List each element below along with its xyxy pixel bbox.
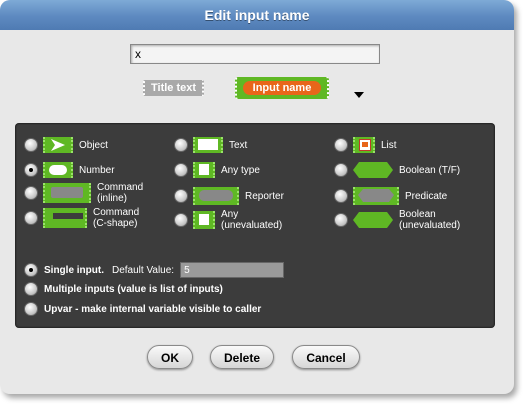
type-label: Boolean (unevaluated) [399, 209, 461, 231]
upvar-label: Upvar - make internal variable visible t… [44, 303, 262, 315]
type-option-command-inline[interactable]: Command (inline) [24, 182, 143, 204]
radio-command-inline[interactable] [24, 186, 38, 200]
title-text-button[interactable]: Title text [143, 80, 205, 96]
input-type-panel: Object Number Command (inline) Command (… [15, 123, 495, 328]
upvar-option[interactable]: Upvar - make internal variable visible t… [24, 302, 261, 316]
type-label: Number [79, 164, 115, 176]
type-option-reporter[interactable]: Reporter [174, 187, 284, 205]
radio-upvar[interactable] [24, 302, 38, 316]
input-name-pill: Input name [243, 81, 321, 95]
dialog-title: Edit input name [0, 0, 514, 30]
predicate-slot-icon [353, 187, 399, 205]
radio-command-cshape[interactable] [24, 211, 38, 225]
radio-reporter[interactable] [174, 189, 188, 203]
any-type-slot-icon [193, 162, 215, 178]
reporter-slot-icon [193, 187, 239, 205]
single-input-option[interactable]: Single input. Default Value: 5 [24, 262, 285, 278]
type-label: Command (C-shape) [93, 207, 140, 229]
cancel-button[interactable]: Cancel [292, 345, 360, 369]
type-label: Object [79, 139, 108, 151]
multiple-inputs-label: Multiple inputs (value is list of inputs… [44, 283, 223, 295]
input-name-button[interactable]: Input name [235, 77, 329, 99]
default-value-field[interactable]: 5 [180, 262, 285, 278]
object-slot-icon [43, 137, 73, 153]
type-option-any-unevaluated[interactable]: Any (unevaluated) [174, 209, 282, 231]
type-label: Any type [221, 164, 260, 176]
text-slot-icon [193, 137, 223, 153]
edit-input-dialog: Edit input name x Title text Input name … [0, 0, 514, 394]
radio-boolean-unevaluated[interactable] [334, 213, 348, 227]
any-unevaluated-slot-icon [193, 211, 215, 229]
dropdown-arrow-icon[interactable] [354, 92, 364, 98]
type-label: Any (unevaluated) [221, 209, 283, 231]
type-label: Text [229, 139, 248, 151]
type-option-list[interactable]: List [334, 137, 397, 153]
boolean-slot-icon [353, 162, 393, 178]
type-option-boolean[interactable]: Boolean (T/F) [334, 162, 460, 178]
type-option-predicate[interactable]: Predicate [334, 187, 447, 205]
radio-text[interactable] [174, 138, 188, 152]
command-cshape-slot-icon [43, 208, 87, 228]
type-option-text[interactable]: Text [174, 137, 247, 153]
radio-any-unevaluated[interactable] [174, 213, 188, 227]
single-input-label: Single input. [44, 264, 104, 276]
delete-button[interactable]: Delete [210, 345, 274, 369]
type-option-any-type[interactable]: Any type [174, 162, 260, 178]
radio-any-type[interactable] [174, 163, 188, 177]
default-value-label: Default Value: [112, 264, 175, 276]
ok-button[interactable]: OK [147, 345, 193, 369]
multiple-inputs-option[interactable]: Multiple inputs (value is list of inputs… [24, 282, 223, 296]
radio-single-input[interactable] [24, 263, 38, 277]
list-slot-icon [353, 137, 375, 153]
radio-predicate[interactable] [334, 189, 348, 203]
number-slot-icon [43, 162, 73, 178]
type-label: Reporter [245, 190, 284, 202]
radio-boolean[interactable] [334, 163, 348, 177]
type-label: List [381, 139, 397, 151]
radio-multiple-inputs[interactable] [24, 282, 38, 296]
type-label: Predicate [405, 190, 448, 202]
boolean-unevaluated-slot-icon [353, 212, 393, 228]
radio-number[interactable] [24, 163, 38, 177]
type-option-number[interactable]: Number [24, 162, 115, 178]
command-inline-slot-icon [43, 183, 91, 203]
type-label: Command (inline) [97, 182, 144, 204]
radio-object[interactable] [24, 138, 38, 152]
radio-list[interactable] [334, 138, 348, 152]
type-label: Boolean (T/F) [399, 164, 461, 176]
type-option-boolean-unevaluated[interactable]: Boolean (unevaluated) [334, 209, 460, 231]
type-option-object[interactable]: Object [24, 137, 108, 153]
input-name-field[interactable]: x [130, 44, 380, 64]
type-option-command-cshape[interactable]: Command (C-shape) [24, 207, 139, 229]
